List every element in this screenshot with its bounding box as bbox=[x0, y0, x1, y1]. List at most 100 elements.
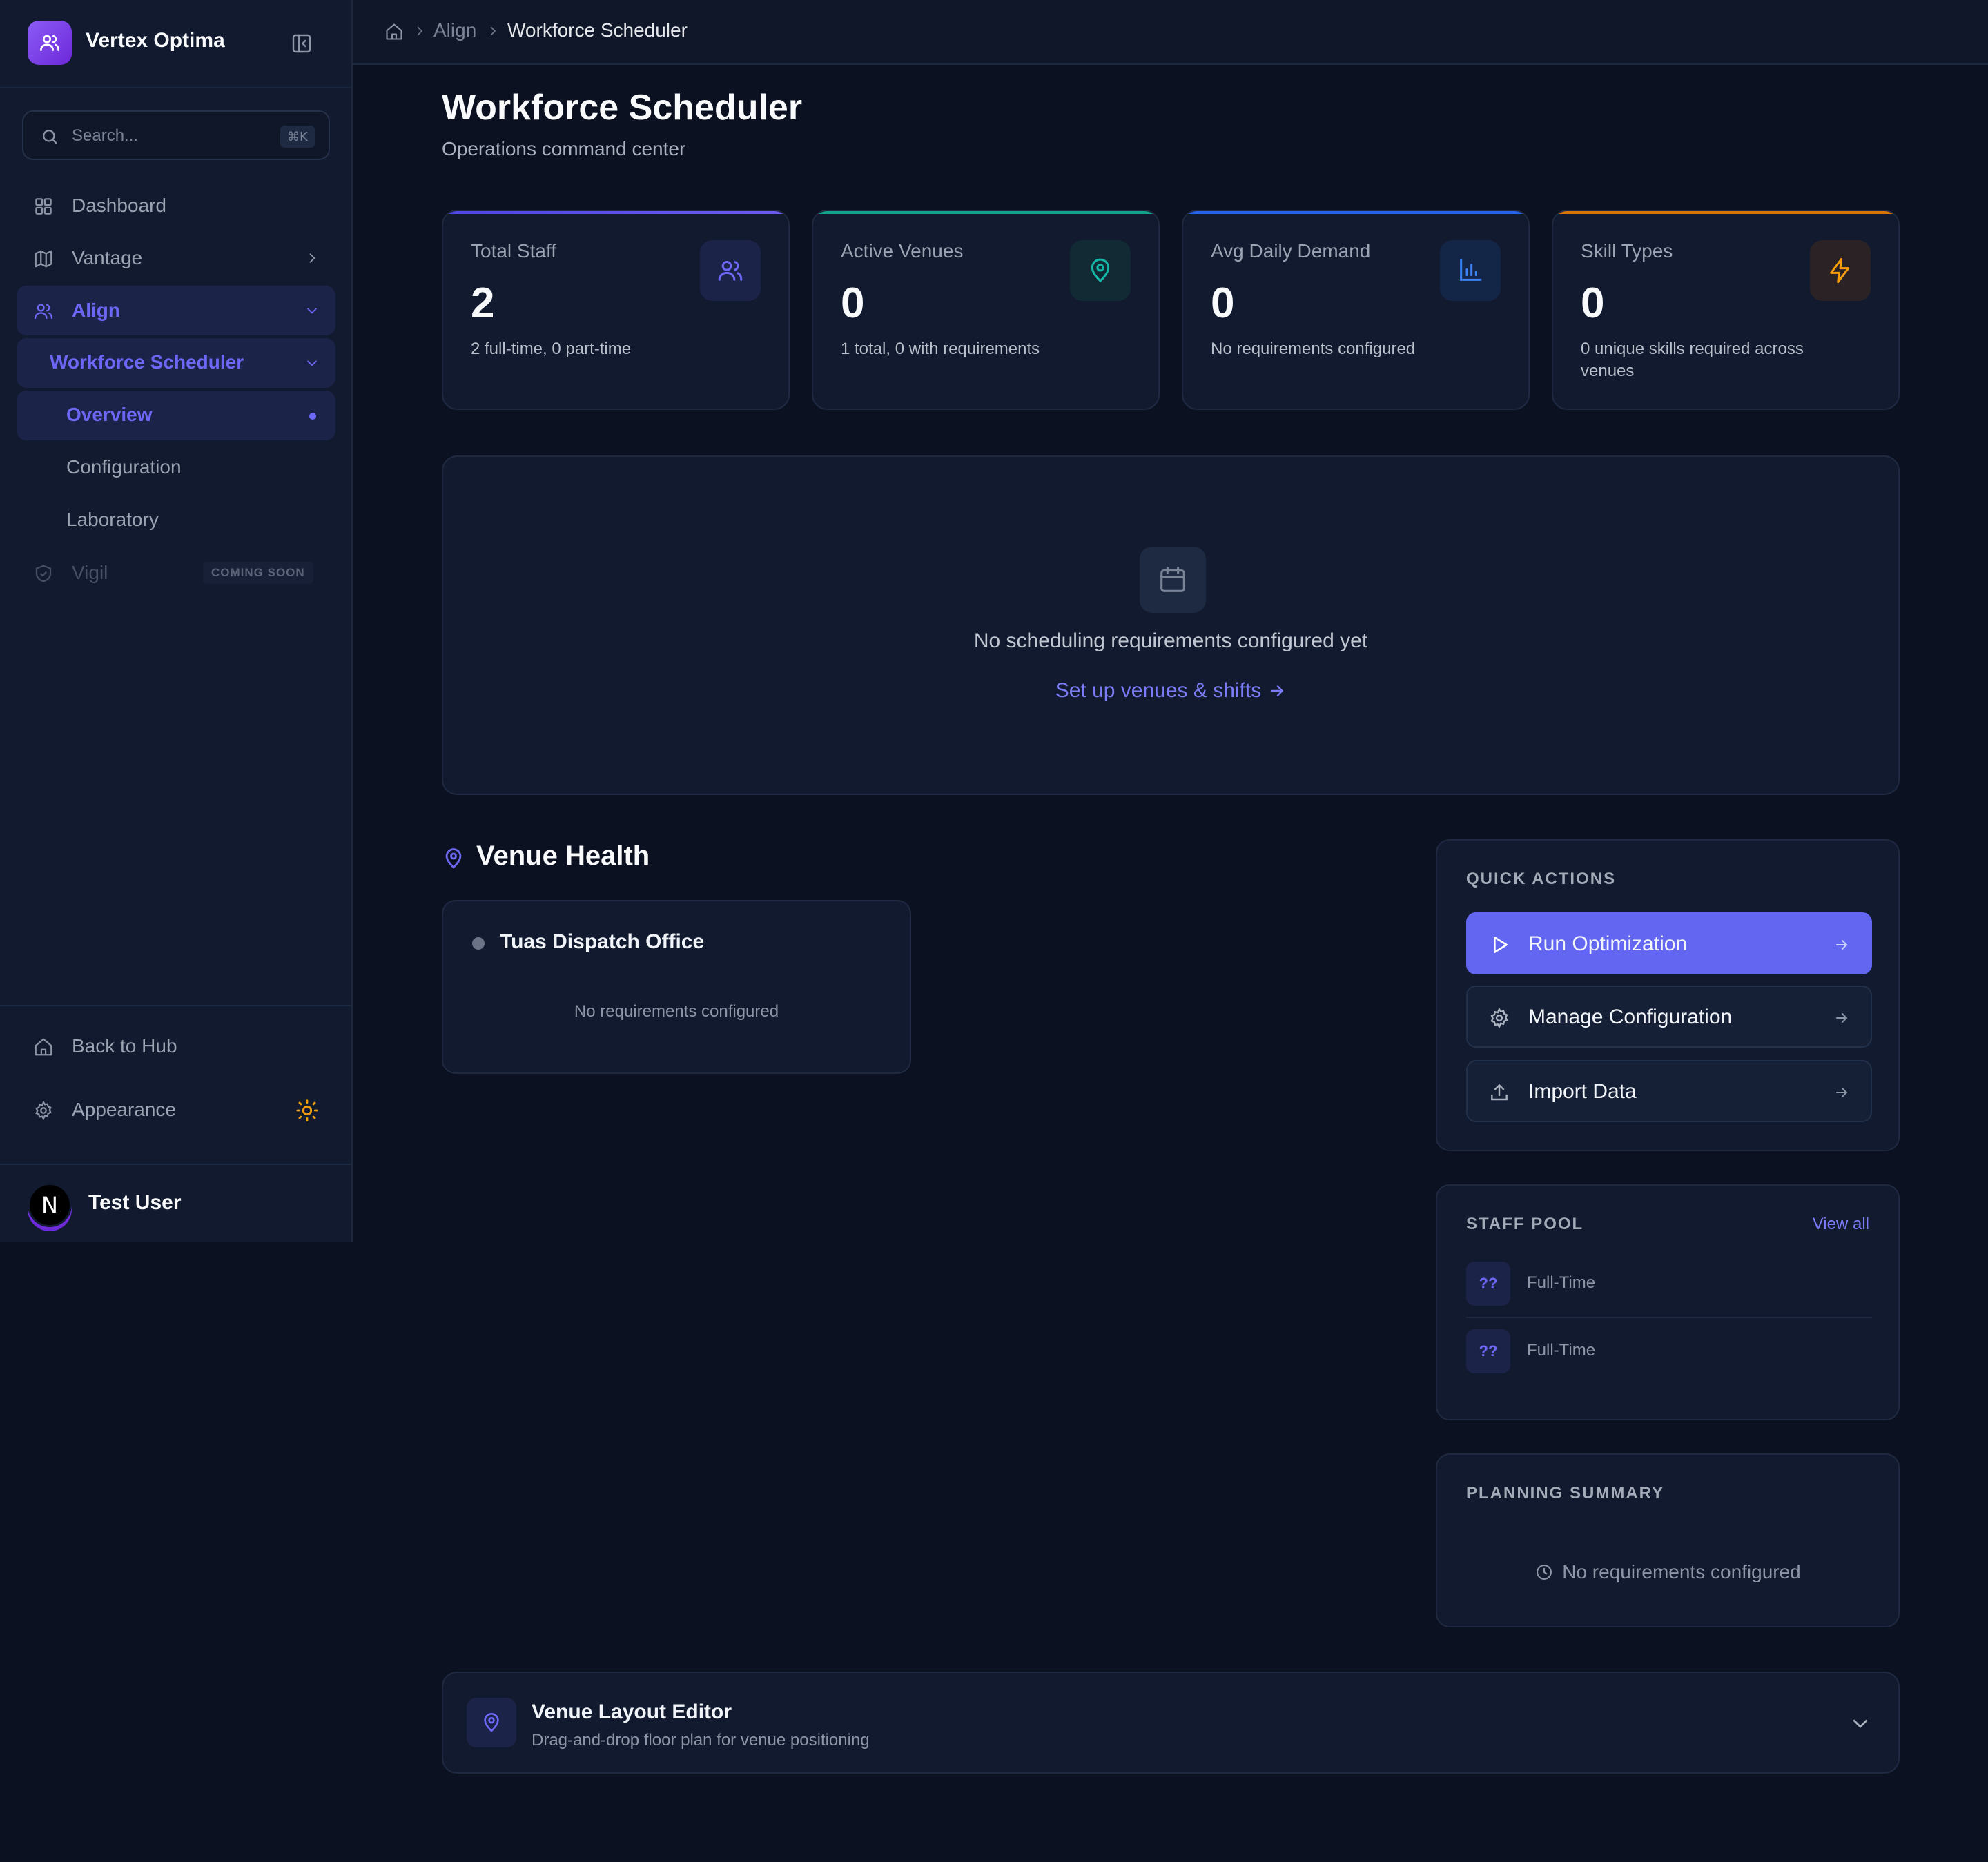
stat-value: 2 bbox=[471, 280, 495, 327]
stat-description: 1 total, 0 with requirements bbox=[841, 340, 1040, 358]
quick-actions-panel: QUICK ACTIONS Run Optimization Manage Co… bbox=[1436, 839, 1900, 1151]
accent-bar bbox=[813, 211, 1158, 214]
sidebar: Vertex Optima ⌘K Dashboard Vantage Align bbox=[0, 0, 353, 1242]
breadcrumb-separator-icon bbox=[413, 25, 426, 37]
sidebar-item-label: Configuration bbox=[66, 456, 182, 478]
play-icon bbox=[1488, 934, 1510, 956]
map-icon bbox=[33, 248, 54, 269]
upload-icon bbox=[1488, 1081, 1510, 1104]
planning-summary-message: No requirements configured bbox=[1437, 1561, 1898, 1583]
setup-venues-link[interactable]: Set up venues & shifts bbox=[443, 679, 1898, 703]
users-icon bbox=[700, 240, 761, 301]
sidebar-item-dashboard[interactable]: Dashboard bbox=[17, 181, 335, 231]
arrow-right-icon bbox=[1268, 682, 1286, 700]
sun-icon[interactable] bbox=[295, 1099, 319, 1122]
staff-pool-title: STAFF POOL bbox=[1466, 1215, 1584, 1233]
stat-value: 0 bbox=[1211, 280, 1235, 327]
brand-name: Vertex Optima bbox=[86, 29, 225, 52]
manage-configuration-button[interactable]: Manage Configuration bbox=[1466, 986, 1872, 1048]
sidebar-item-label: Vantage bbox=[72, 247, 143, 268]
brand-logo-icon[interactable] bbox=[28, 21, 72, 65]
chevron-down-icon bbox=[305, 304, 319, 317]
sidebar-collapse-icon[interactable] bbox=[290, 32, 313, 55]
staff-row[interactable]: ?? Full-Time bbox=[1466, 1318, 1872, 1386]
zap-icon bbox=[1810, 240, 1871, 301]
breadcrumb-separator-icon bbox=[487, 25, 499, 37]
sidebar-item-laboratory[interactable]: Laboratory bbox=[17, 496, 335, 545]
sidebar-item-label: Laboratory bbox=[66, 509, 159, 530]
staff-pool-panel: STAFF POOL View all ?? Full-Time ?? Full… bbox=[1436, 1184, 1900, 1420]
sidebar-item-vantage[interactable]: Vantage bbox=[17, 233, 335, 283]
sidebar-item-configuration[interactable]: Configuration bbox=[17, 443, 335, 493]
planning-summary-text: No requirements configured bbox=[1562, 1561, 1801, 1582]
venue-card[interactable]: Tuas Dispatch Office No requirements con… bbox=[442, 900, 911, 1074]
search-box[interactable]: ⌘K bbox=[22, 110, 330, 160]
empty-state-message: No scheduling requirements configured ye… bbox=[973, 629, 1368, 652]
search-icon bbox=[40, 127, 59, 146]
home-icon[interactable] bbox=[384, 22, 404, 41]
stat-label: Skill Types bbox=[1581, 240, 1673, 262]
back-to-hub-label: Back to Hub bbox=[72, 1035, 177, 1057]
chevron-right-icon bbox=[305, 251, 319, 265]
user-name: Test User bbox=[88, 1191, 182, 1214]
venue-layout-editor-title: Venue Layout Editor bbox=[532, 1701, 732, 1723]
appearance-toggle[interactable]: Appearance bbox=[17, 1085, 335, 1135]
search-input[interactable] bbox=[72, 123, 279, 149]
chevron-down-icon[interactable] bbox=[1850, 1713, 1871, 1734]
grid-icon bbox=[33, 196, 54, 217]
venue-name: Tuas Dispatch Office bbox=[500, 930, 705, 953]
stat-value: 0 bbox=[841, 280, 865, 327]
gear-icon bbox=[1488, 1007, 1510, 1029]
sidebar-item-workforce-scheduler[interactable]: Workforce Scheduler bbox=[17, 338, 335, 388]
calendar-icon bbox=[1140, 547, 1206, 613]
brand-header: Vertex Optima bbox=[0, 0, 351, 88]
avatar-initial: N bbox=[28, 1183, 72, 1227]
venue-health-title: Venue Health bbox=[476, 841, 650, 871]
gear-icon bbox=[33, 1100, 54, 1121]
sidebar-item-label: Align bbox=[72, 300, 120, 321]
import-data-button[interactable]: Import Data bbox=[1466, 1060, 1872, 1122]
sidebar-item-align[interactable]: Align bbox=[17, 286, 335, 335]
breadcrumb-align[interactable]: Align bbox=[433, 19, 476, 41]
venue-layout-editor-toggle[interactable]: Venue Layout Editor Drag-and-drop floor … bbox=[442, 1672, 1900, 1774]
arrow-right-icon bbox=[1833, 1084, 1850, 1101]
run-optimization-button[interactable]: Run Optimization bbox=[1466, 912, 1872, 974]
shield-icon bbox=[33, 563, 54, 584]
view-all-link[interactable]: View all bbox=[1813, 1215, 1869, 1234]
staff-initials-badge: ?? bbox=[1466, 1262, 1510, 1306]
bar-chart-icon bbox=[1440, 240, 1501, 301]
staff-row[interactable]: ?? Full-Time bbox=[1466, 1251, 1872, 1318]
map-pin-icon bbox=[467, 1698, 516, 1747]
empty-state-panel: No scheduling requirements configured ye… bbox=[442, 455, 1900, 795]
active-indicator-dot bbox=[309, 413, 316, 420]
page-title: Workforce Scheduler bbox=[442, 88, 803, 128]
breadcrumb-current: Workforce Scheduler bbox=[507, 19, 688, 41]
stat-value: 0 bbox=[1581, 280, 1605, 327]
accent-bar bbox=[1183, 211, 1528, 214]
manage-configuration-label: Manage Configuration bbox=[1528, 1006, 1733, 1028]
user-profile[interactable]: N Test User bbox=[0, 1165, 351, 1242]
setup-venues-link-label: Set up venues & shifts bbox=[1055, 679, 1262, 702]
arrow-right-icon bbox=[1833, 937, 1850, 953]
stat-card-total-staff: Total Staff 2 2 full-time, 0 part-time bbox=[442, 210, 790, 410]
accent-bar bbox=[443, 211, 788, 214]
stat-description: 2 full-time, 0 part-time bbox=[471, 340, 632, 358]
sidebar-item-label: Dashboard bbox=[72, 195, 166, 216]
sidebar-item-overview[interactable]: Overview bbox=[17, 391, 335, 440]
sidebar-item-vigil: Vigil COMING SOON bbox=[17, 548, 335, 598]
back-to-hub-link[interactable]: Back to Hub bbox=[17, 1021, 335, 1071]
quick-actions-title: QUICK ACTIONS bbox=[1466, 870, 1617, 888]
staff-initials-badge: ?? bbox=[1466, 1329, 1510, 1373]
planning-summary-panel: PLANNING SUMMARY No requirements configu… bbox=[1436, 1453, 1900, 1627]
venue-layout-editor-subtitle: Drag-and-drop floor plan for venue posit… bbox=[532, 1731, 870, 1750]
stat-description: No requirements configured bbox=[1211, 340, 1416, 358]
sidebar-item-label: Overview bbox=[66, 404, 153, 425]
venue-status-text: No requirements configured bbox=[574, 1002, 779, 1021]
clock-icon bbox=[1534, 1562, 1554, 1582]
import-data-label: Import Data bbox=[1528, 1080, 1637, 1103]
map-pin-icon bbox=[1070, 240, 1131, 301]
stat-card-active-venues: Active Venues 0 1 total, 0 with requirem… bbox=[812, 210, 1160, 410]
avatar[interactable]: N bbox=[28, 1183, 72, 1231]
stat-card-avg-daily-demand: Avg Daily Demand 0 No requirements confi… bbox=[1182, 210, 1530, 410]
stat-label: Total Staff bbox=[471, 240, 557, 262]
